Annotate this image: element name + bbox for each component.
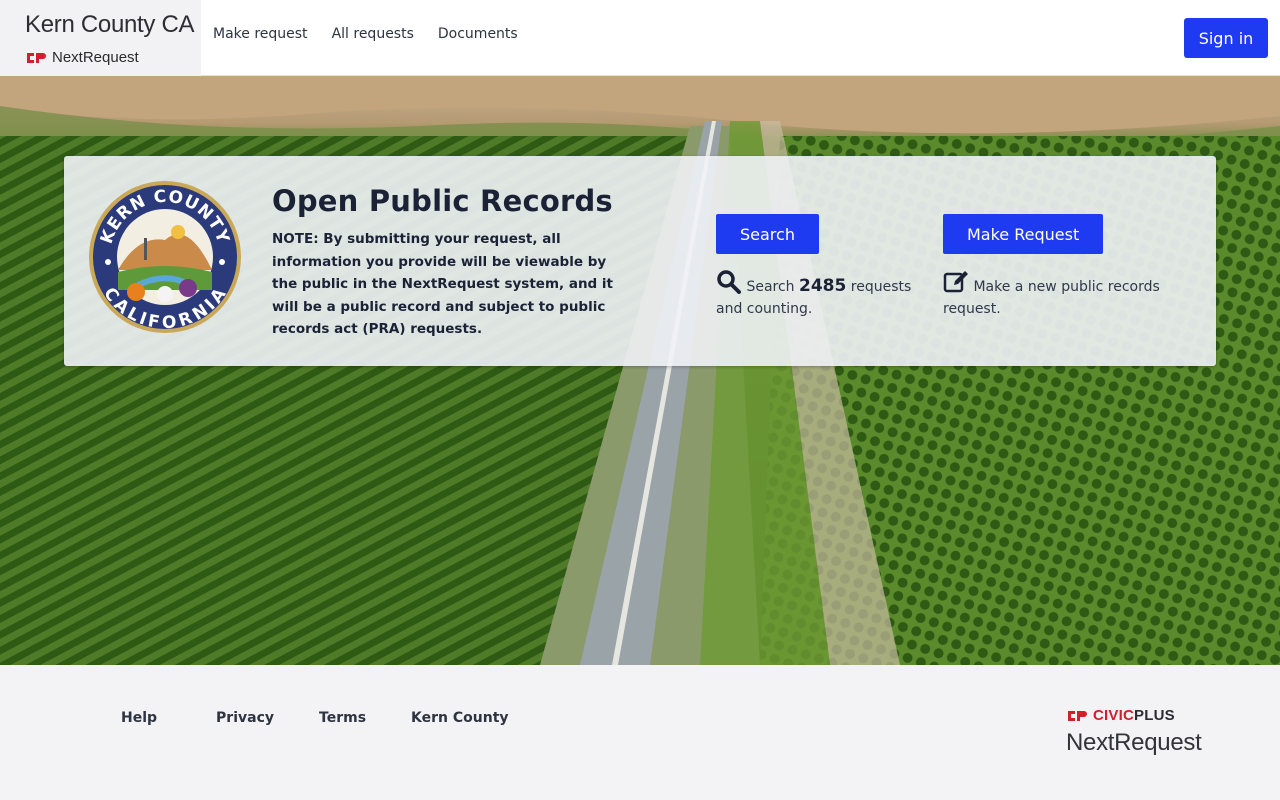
search-action: Search Search 2485 requests and counting…	[716, 214, 916, 320]
civicplus-plus-text: PLUS	[1134, 707, 1175, 724]
make-request-description: Make a new public records request.	[943, 270, 1183, 320]
civicplus-mark-icon	[27, 52, 46, 63]
footer: Help Privacy Terms Kern County CIVICPLUS…	[0, 665, 1280, 800]
make-request-button[interactable]: Make Request	[943, 214, 1104, 254]
brand[interactable]: Kern County CA NextRequest	[0, 0, 201, 76]
footer-link-terms[interactable]: Terms	[319, 710, 366, 726]
nextrequest-logo: NextRequest	[1066, 729, 1202, 756]
footer-link-help[interactable]: Help	[121, 710, 157, 726]
civicplus-wordmark: CIVICPLUS	[1093, 707, 1175, 724]
submission-note: NOTE: By submitting your request, all in…	[272, 231, 614, 337]
search-button[interactable]: Search	[716, 214, 819, 254]
sign-in-button[interactable]: Sign in	[1184, 18, 1268, 58]
brand-sub: NextRequest	[25, 49, 139, 66]
footer-links: Help Privacy Terms Kern County	[121, 710, 509, 726]
top-header: Kern County CA NextRequest Make request …	[0, 0, 1280, 76]
brand-title[interactable]: Kern County CA	[25, 11, 195, 39]
nav-make-request[interactable]: Make request	[213, 26, 308, 42]
search-desc-prefix: Search	[746, 279, 795, 295]
civicplus-civic-text: CIVIC	[1093, 707, 1135, 724]
request-count: 2485	[799, 276, 847, 296]
hero-section: KERN COUNTY CALIFORNIA Open Public Recor…	[0, 76, 1280, 665]
civicplus-logo: CIVICPLUS	[1066, 707, 1175, 724]
make-request-action: Make Request Make a new public records r…	[943, 214, 1183, 320]
nav-all-requests[interactable]: All requests	[332, 26, 414, 42]
footer-link-kern-county[interactable]: Kern County	[411, 710, 509, 726]
footer-link-privacy[interactable]: Privacy	[216, 710, 274, 726]
records-panel: KERN COUNTY CALIFORNIA Open Public Recor…	[64, 156, 1216, 366]
search-description: Search 2485 requests and counting.	[716, 270, 916, 320]
make-request-desc-text: Make a new public records request.	[943, 279, 1160, 317]
kern-county-seal-icon: KERN COUNTY CALIFORNIA	[89, 181, 241, 333]
edit-icon	[943, 271, 968, 293]
brand-sub-text: NextRequest	[52, 49, 139, 66]
nav-documents[interactable]: Documents	[438, 26, 518, 42]
page-title: Open Public Records	[272, 184, 613, 218]
main-nav: Make request All requests Documents	[213, 26, 518, 42]
civicplus-mark-icon	[1068, 710, 1087, 721]
search-icon	[717, 270, 741, 294]
